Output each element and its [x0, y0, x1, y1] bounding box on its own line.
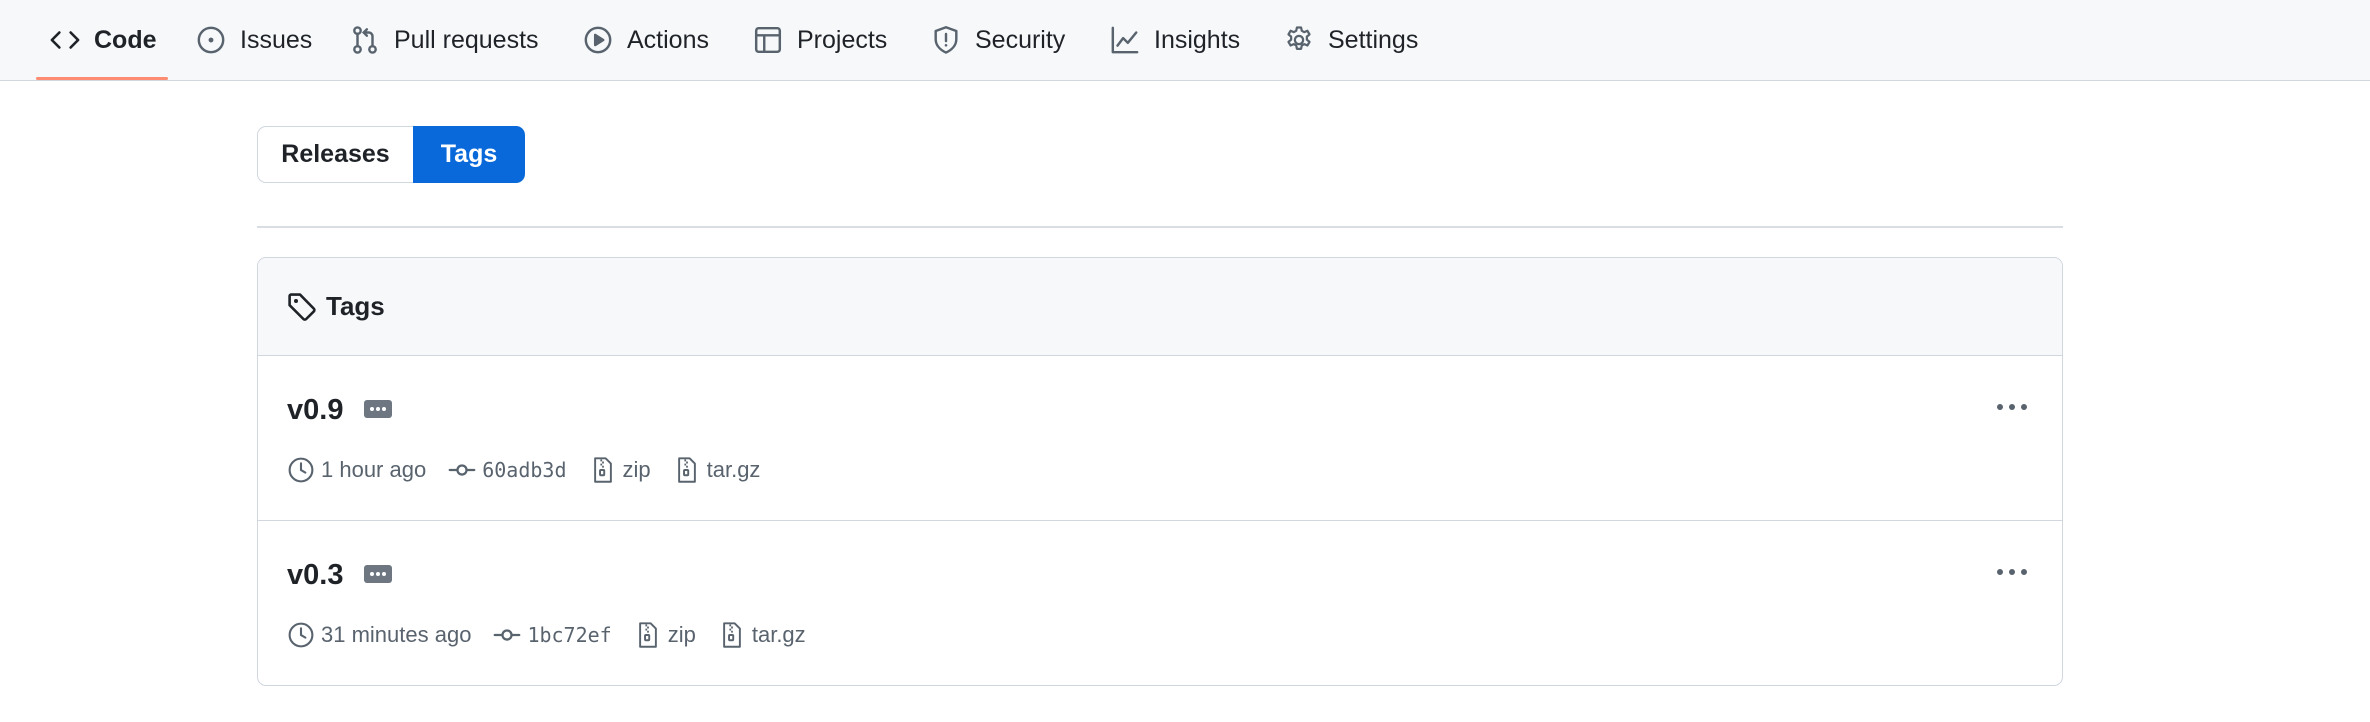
- download-tar-gz-label: tar.gz: [706, 457, 761, 482]
- tags-box-title: Tags: [326, 291, 385, 321]
- kebab-horizontal-icon: [1997, 404, 2027, 410]
- tag-time-text: 1 hour ago: [321, 457, 427, 482]
- expand-message-button[interactable]: [364, 400, 392, 418]
- tag-options-button[interactable]: [1992, 557, 2032, 587]
- graph-icon: [1111, 26, 1139, 54]
- releases-button[interactable]: Releases: [257, 126, 413, 183]
- kebab-horizontal-icon: [1997, 569, 2027, 575]
- tab-code-label: Code: [94, 25, 157, 54]
- tab-issues-label: Issues: [240, 25, 313, 54]
- tag-commit: 60adb3d: [448, 456, 567, 484]
- tag-name-link[interactable]: v0.9: [287, 394, 343, 427]
- selected-tab-underline: [36, 77, 168, 80]
- tab-actions-label: Actions: [627, 25, 709, 54]
- tags-list-box: Tags v0.9 1 hour ago 60adb3d zip tar.gz …: [257, 257, 2063, 686]
- tab-insights[interactable]: Insights: [1110, 0, 1240, 80]
- tab-security[interactable]: Security: [931, 0, 1065, 80]
- gear-icon: [1287, 26, 1311, 50]
- download-tar-gz-label: tar.gz: [751, 622, 806, 647]
- tag-time: 1 hour ago: [287, 456, 426, 484]
- tag-meta: 1 hour ago 60adb3d zip tar.gz: [287, 452, 782, 488]
- download-zip-label: zip: [622, 457, 651, 482]
- file-zip-icon: [723, 622, 741, 648]
- play-icon: [584, 26, 612, 54]
- tab-security-label: Security: [975, 25, 1066, 54]
- tag-row: v0.3 31 minutes ago 1bc72ef zip tar.gz: [258, 520, 2062, 684]
- tags-box-header: Tags: [258, 258, 2062, 356]
- tag-row: v0.9 1 hour ago 60adb3d zip tar.gz: [258, 356, 2062, 520]
- git-pull-request-icon: [353, 26, 377, 54]
- tab-settings-label: Settings: [1328, 25, 1419, 54]
- commit-sha-link[interactable]: 60adb3d: [482, 458, 566, 482]
- tab-projects-label: Projects: [797, 25, 888, 54]
- file-zip-icon: [638, 622, 657, 648]
- commit-sha-link[interactable]: 1bc72ef: [527, 623, 611, 647]
- shield-icon: [934, 26, 958, 54]
- tab-code[interactable]: Code: [50, 0, 157, 80]
- section-divider: [257, 226, 2063, 228]
- expand-message-button[interactable]: [364, 565, 392, 583]
- clock-icon: [288, 622, 314, 648]
- file-zip-icon: [593, 457, 612, 483]
- tag-time: 31 minutes ago: [287, 621, 471, 649]
- releases-tags-toggle: Releases Tags: [257, 126, 525, 183]
- tab-pull-requests[interactable]: Pull requests: [350, 0, 539, 80]
- tag-options-button[interactable]: [1992, 392, 2032, 422]
- ellipsis-icon: [370, 572, 386, 576]
- download-tar-gz[interactable]: tar.gz: [718, 621, 806, 649]
- tab-insights-label: Insights: [1154, 25, 1241, 54]
- tab-pull-requests-label: Pull requests: [394, 25, 539, 54]
- tags-button[interactable]: Tags: [413, 126, 525, 183]
- tag-commit: 1bc72ef: [493, 621, 612, 649]
- clock-icon: [288, 457, 314, 483]
- file-zip-icon: [677, 457, 696, 483]
- tab-projects[interactable]: Projects: [753, 0, 887, 80]
- download-zip-label: zip: [667, 622, 696, 647]
- tag-meta: 31 minutes ago 1bc72ef zip tar.gz: [287, 617, 828, 653]
- tag-name-link[interactable]: v0.3: [287, 559, 343, 592]
- tab-issues[interactable]: Issues: [196, 0, 312, 80]
- issue-opened-icon: [197, 26, 225, 54]
- table-icon: [754, 26, 782, 54]
- code-icon: [50, 31, 80, 49]
- download-zip[interactable]: zip: [589, 456, 651, 484]
- ellipsis-icon: [370, 407, 386, 411]
- git-commit-icon: [448, 464, 476, 476]
- tag-icon: [288, 292, 316, 321]
- download-tar-gz[interactable]: tar.gz: [673, 456, 761, 484]
- tag-time-text: 31 minutes ago: [321, 622, 472, 647]
- tab-actions[interactable]: Actions: [583, 0, 709, 80]
- git-commit-icon: [494, 629, 521, 641]
- tab-settings[interactable]: Settings: [1284, 0, 1418, 80]
- repo-nav: Code Issues Pull requests Actions Projec…: [0, 0, 2370, 81]
- download-zip[interactable]: zip: [634, 621, 696, 649]
